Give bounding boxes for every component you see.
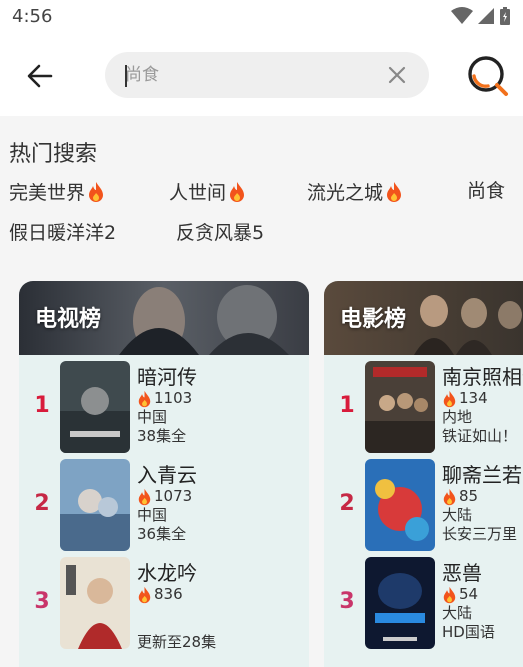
poster-image bbox=[365, 557, 435, 649]
movie-ranking-title: 电影榜 bbox=[340, 307, 407, 332]
poster-image bbox=[60, 557, 130, 649]
status-icons bbox=[451, 6, 511, 26]
fire-icon bbox=[138, 488, 151, 505]
ranking-item[interactable]: 3 恶兽 54 大陆 HD国语 bbox=[324, 557, 523, 649]
fire-icon bbox=[230, 181, 245, 202]
heat-count: 85 bbox=[442, 487, 523, 506]
arrow-left-icon bbox=[27, 64, 53, 88]
rank-number: 2 bbox=[34, 491, 50, 516]
search-input[interactable] bbox=[125, 52, 375, 98]
movie-ranking-card: 电影榜 1 南京照相馆 134 内地 铁证如山！ 2 聊斋兰若寺 85 大陆 长… bbox=[324, 281, 523, 667]
fire-icon bbox=[89, 181, 104, 202]
status-text: 铁证如山！ bbox=[442, 427, 518, 445]
ranking-item[interactable]: 2 聊斋兰若寺 85 大陆 长安三万里 bbox=[324, 459, 523, 551]
title-text: 南京照相馆 bbox=[442, 365, 523, 389]
region-text: 大陆 bbox=[442, 506, 473, 524]
hot-tag[interactable]: 人世间 bbox=[169, 178, 246, 205]
signal-icon bbox=[478, 8, 494, 24]
rank-number: 3 bbox=[34, 589, 50, 614]
hot-tag[interactable]: 流光之城 bbox=[307, 178, 403, 205]
poster-image bbox=[365, 459, 435, 551]
rank-number: 1 bbox=[339, 393, 355, 418]
title-text: 聊斋兰若寺 bbox=[442, 463, 523, 487]
region-text bbox=[137, 604, 309, 623]
region-text: 中国 bbox=[137, 408, 168, 426]
poster-image bbox=[60, 459, 130, 551]
region-text: 大陆 bbox=[442, 604, 473, 622]
ranking-item[interactable]: 2 入青云 1073 中国 36集全 bbox=[19, 459, 309, 551]
fire-icon bbox=[443, 390, 456, 407]
status-text: 长安三万里 bbox=[442, 525, 518, 543]
rank-number: 3 bbox=[339, 589, 355, 614]
status-time: 4:56 bbox=[12, 6, 53, 27]
poster-image bbox=[60, 361, 130, 453]
battery-icon bbox=[500, 7, 510, 25]
heat-count: 54 bbox=[442, 585, 523, 604]
hot-tag[interactable]: 反贪风暴5 bbox=[176, 218, 264, 245]
rank-number: 2 bbox=[339, 491, 355, 516]
hot-tag[interactable]: 尚食 bbox=[467, 176, 505, 203]
region-text: 内地 bbox=[442, 408, 473, 426]
back-button[interactable] bbox=[22, 58, 58, 94]
ranking-item[interactable]: 3 水龙吟 836 更新至28集 bbox=[19, 557, 309, 651]
fire-icon bbox=[138, 390, 151, 407]
clear-icon[interactable] bbox=[387, 65, 407, 85]
ranking-item[interactable]: 1 南京照相馆 134 内地 铁证如山！ bbox=[324, 361, 523, 453]
heat-count: 1103 bbox=[137, 389, 309, 408]
status-text: HD国语 bbox=[442, 623, 495, 641]
hot-search-section: 热门搜索 完美世界 人世间 流光之城 尚食 假日暖洋洋2 反贪风暴5 bbox=[0, 116, 523, 262]
status-bar: 4:56 bbox=[0, 0, 523, 36]
fire-icon bbox=[443, 488, 456, 505]
movie-ranking-banner: 电影榜 bbox=[324, 281, 523, 355]
search-box[interactable] bbox=[105, 52, 429, 98]
ranking-item[interactable]: 1 暗河传 1103 中国 38集全 bbox=[19, 361, 309, 453]
status-text: 36集全 bbox=[137, 525, 187, 543]
rank-number: 1 bbox=[34, 393, 50, 418]
title-text: 暗河传 bbox=[137, 365, 197, 389]
fire-icon bbox=[138, 586, 151, 603]
hot-search-title: 热门搜索 bbox=[9, 142, 98, 167]
search-toolbar bbox=[0, 36, 523, 116]
title-text: 入青云 bbox=[137, 463, 197, 487]
title-text: 水龙吟 bbox=[137, 561, 197, 585]
heat-count: 1073 bbox=[137, 487, 309, 506]
status-text: 更新至28集 bbox=[137, 633, 217, 651]
hot-tag[interactable]: 完美世界 bbox=[9, 178, 105, 205]
tv-ranking-title: 电视榜 bbox=[35, 307, 102, 332]
tv-ranking-card: 电视榜 1 暗河传 1103 中国 38集全 2 入青云 1073 中国 36集… bbox=[19, 281, 309, 667]
region-text: 中国 bbox=[137, 506, 168, 524]
title-text: 恶兽 bbox=[442, 561, 482, 585]
tv-ranking-banner: 电视榜 bbox=[19, 281, 309, 355]
search-icon[interactable] bbox=[466, 54, 510, 98]
heat-count: 836 bbox=[137, 585, 309, 604]
fire-icon bbox=[387, 181, 402, 202]
status-text: 38集全 bbox=[137, 427, 187, 445]
heat-count: 134 bbox=[442, 389, 523, 408]
fire-icon bbox=[443, 586, 456, 603]
hot-tag[interactable]: 假日暖洋洋2 bbox=[9, 218, 116, 245]
poster-image bbox=[365, 361, 435, 453]
wifi-icon bbox=[451, 7, 473, 24]
